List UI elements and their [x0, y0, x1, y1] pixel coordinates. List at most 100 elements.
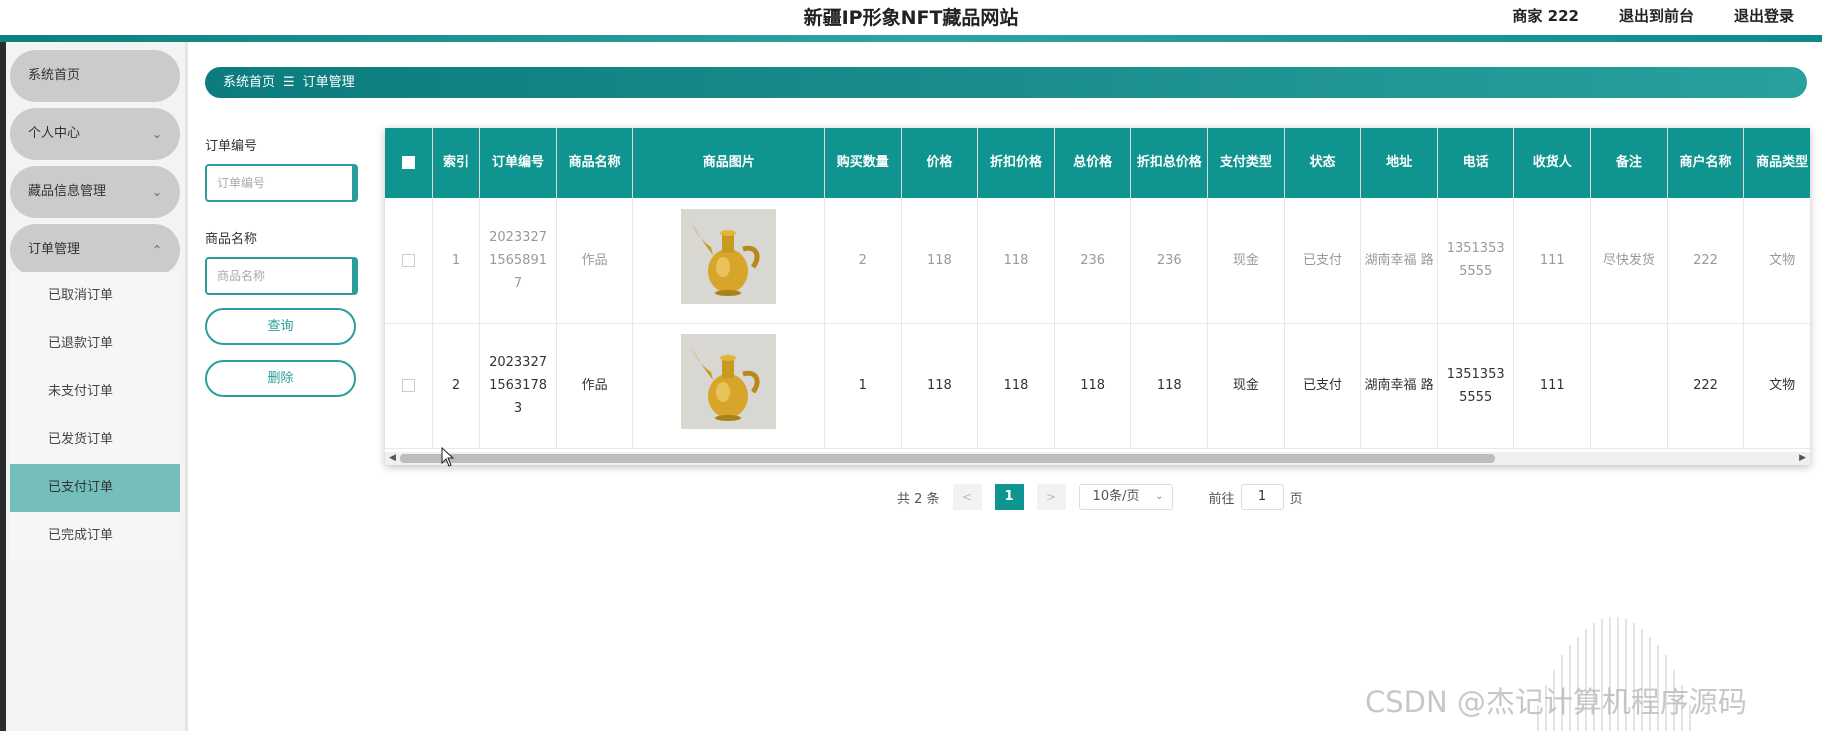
sidebar-subitem-paid[interactable]: 已支付订单	[10, 464, 180, 512]
sidebar-subitem-shipped[interactable]: 已发货订单	[10, 416, 180, 464]
row-checkbox[interactable]	[401, 253, 415, 267]
top-bar: 新疆IP形象NFT藏品网站 商家 222 退出到前台 退出登录	[0, 0, 1822, 35]
table-row: 2 2023327 1563178 3 作品 1 118 118 118 118…	[385, 323, 1810, 449]
back-to-front-link[interactable]: 退出到前台	[1619, 5, 1694, 26]
cell-price: 118	[901, 198, 979, 324]
cell-discount-total: 236	[1130, 198, 1209, 324]
chevron-down-icon: ⌄	[151, 185, 162, 199]
page-size-value: 10条/页	[1092, 489, 1140, 504]
scroll-left-icon[interactable]: ◀	[389, 452, 396, 465]
sidebar-item-order-management[interactable]: 订单管理 ⌃	[10, 224, 180, 276]
cell-category: 文物	[1743, 323, 1810, 449]
prev-page-button[interactable]: <	[952, 484, 982, 510]
column-header: 支付类型	[1207, 128, 1285, 198]
cell-phone: 1351353 5555	[1437, 323, 1515, 449]
cell-address: 湖南幸福 路	[1360, 323, 1438, 449]
sidebar-item-personal-center[interactable]: 个人中心 ⌄	[10, 108, 180, 160]
sidebar-subitem-cancelled[interactable]: 已取消订单	[10, 272, 180, 320]
cell-merchant: 222	[1667, 323, 1745, 449]
cell-order-no: 2023327 1565891 7	[479, 198, 557, 324]
sidebar-subitem-refunded[interactable]: 已退款订单	[10, 320, 180, 368]
header-accent-bar	[0, 35, 1822, 42]
column-header: 收货人	[1513, 128, 1592, 198]
sidebar-subitem-unpaid[interactable]: 未支付订单	[10, 368, 180, 416]
chevron-down-icon: ⌄	[151, 127, 162, 141]
column-header: 商品名称	[556, 128, 634, 198]
table-header-row: 索引 订单编号 商品名称 商品图片 购买数量 价格 折扣价格 总价格 折扣总价格…	[385, 128, 1810, 198]
breadcrumb-current: 订单管理	[302, 75, 355, 90]
page-number-button[interactable]: 1	[994, 484, 1024, 510]
row-checkbox-cell	[385, 198, 433, 324]
select-all-cell	[385, 128, 433, 198]
column-header: 备注	[1590, 128, 1668, 198]
cell-total: 236	[1054, 198, 1132, 324]
row-checkbox[interactable]	[401, 379, 415, 392]
table-row: 1 2023327 1565891 7 作品 2 118 118 236 236…	[385, 198, 1810, 324]
sidebar-left-edge	[0, 42, 6, 731]
order-no-input[interactable]	[205, 164, 358, 202]
goto-suffix: 页	[1289, 491, 1303, 507]
sidebar-subitem-completed[interactable]: 已完成订单	[10, 512, 180, 560]
cell-status: 已支付	[1284, 323, 1362, 449]
scrollbar-thumb[interactable]	[400, 454, 1495, 463]
user-label: 商家 222	[1512, 7, 1579, 25]
query-button[interactable]: 查询	[205, 308, 356, 345]
logout-link[interactable]: 退出登录	[1734, 5, 1794, 26]
scroll-right-icon[interactable]: ▶	[1799, 452, 1806, 465]
next-page-button[interactable]: >	[1036, 484, 1066, 510]
column-header: 折扣总价格	[1130, 128, 1209, 198]
sidebar-item-home[interactable]: 系统首页	[10, 50, 180, 102]
goto-page-input[interactable]: 1	[1240, 484, 1284, 510]
column-header: 电话	[1437, 128, 1515, 198]
pagination: 共 2 条 < 1 > 10条/页 ⌄ 前往 1 页	[897, 484, 1303, 510]
cell-category: 文物	[1743, 198, 1810, 324]
breadcrumb-home[interactable]: 系统首页	[223, 75, 275, 90]
cell-address: 湖南幸福 路	[1360, 198, 1438, 324]
delete-button[interactable]: 删除	[205, 360, 356, 397]
product-name-input[interactable]	[205, 257, 358, 295]
sidebar-item-collection-management[interactable]: 藏品信息管理 ⌄	[10, 166, 180, 218]
column-header: 折扣价格	[977, 128, 1055, 198]
cell-remark: 尽快发货	[1590, 198, 1668, 324]
column-header: 索引	[432, 128, 481, 198]
column-header: 商品图片	[632, 128, 825, 198]
watermark-text: CSDN @杰记计算机程序源码	[1365, 685, 1747, 719]
column-header: 价格	[901, 128, 979, 198]
column-header: 订单编号	[479, 128, 557, 198]
select-all-checkbox[interactable]	[401, 156, 415, 169]
cell-discount-price: 118	[977, 323, 1055, 449]
golden-teapot-image	[681, 334, 777, 429]
search-form: 订单编号 商品名称	[205, 135, 365, 321]
cell-discount-price: 118	[977, 198, 1055, 324]
goto-label: 前往	[1208, 491, 1235, 507]
golden-teapot-image	[681, 208, 777, 304]
top-nav: 商家 222 退出到前台 退出登录	[1512, 5, 1794, 26]
sidebar: 系统首页 个人中心 ⌄ 藏品信息管理 ⌄ 订单管理 ⌃ 已取消订单 已退款订单 …	[0, 42, 188, 731]
column-header: 状态	[1284, 128, 1362, 198]
cell-index: 1	[432, 198, 481, 324]
page-size-select[interactable]: 10条/页 ⌄	[1078, 484, 1173, 510]
sidebar-item-label: 系统首页	[28, 68, 81, 83]
column-header: 商户名称	[1667, 128, 1745, 198]
sidebar-item-label: 藏品信息管理	[28, 184, 107, 199]
horizontal-scrollbar[interactable]: ◀ ▶	[385, 452, 1810, 465]
column-header: 总价格	[1054, 128, 1132, 198]
column-header: 地址	[1360, 128, 1438, 198]
sidebar-item-label: 订单管理	[28, 242, 81, 257]
cell-phone: 1351353 5555	[1437, 198, 1515, 324]
sidebar-item-label: 个人中心	[28, 126, 81, 141]
row-checkbox-cell	[385, 323, 433, 449]
cell-pay-type: 现金	[1207, 198, 1285, 324]
breadcrumb: 系统首页 ☰ 订单管理	[205, 67, 1807, 98]
chevron-down-icon: ⌄	[1155, 491, 1164, 502]
sidebar-divider	[185, 42, 188, 731]
cell-order-no: 2023327 1563178 3	[479, 323, 557, 449]
product-name-label: 商品名称	[205, 232, 258, 247]
cell-price: 118	[901, 323, 979, 449]
cell-remark	[1590, 323, 1668, 449]
cell-receiver: 111	[1513, 323, 1592, 449]
chevron-up-icon: ⌃	[151, 243, 162, 257]
cell-product: 作品	[556, 323, 634, 449]
cell-receiver: 111	[1513, 198, 1592, 324]
cell-product: 作品	[556, 198, 634, 324]
